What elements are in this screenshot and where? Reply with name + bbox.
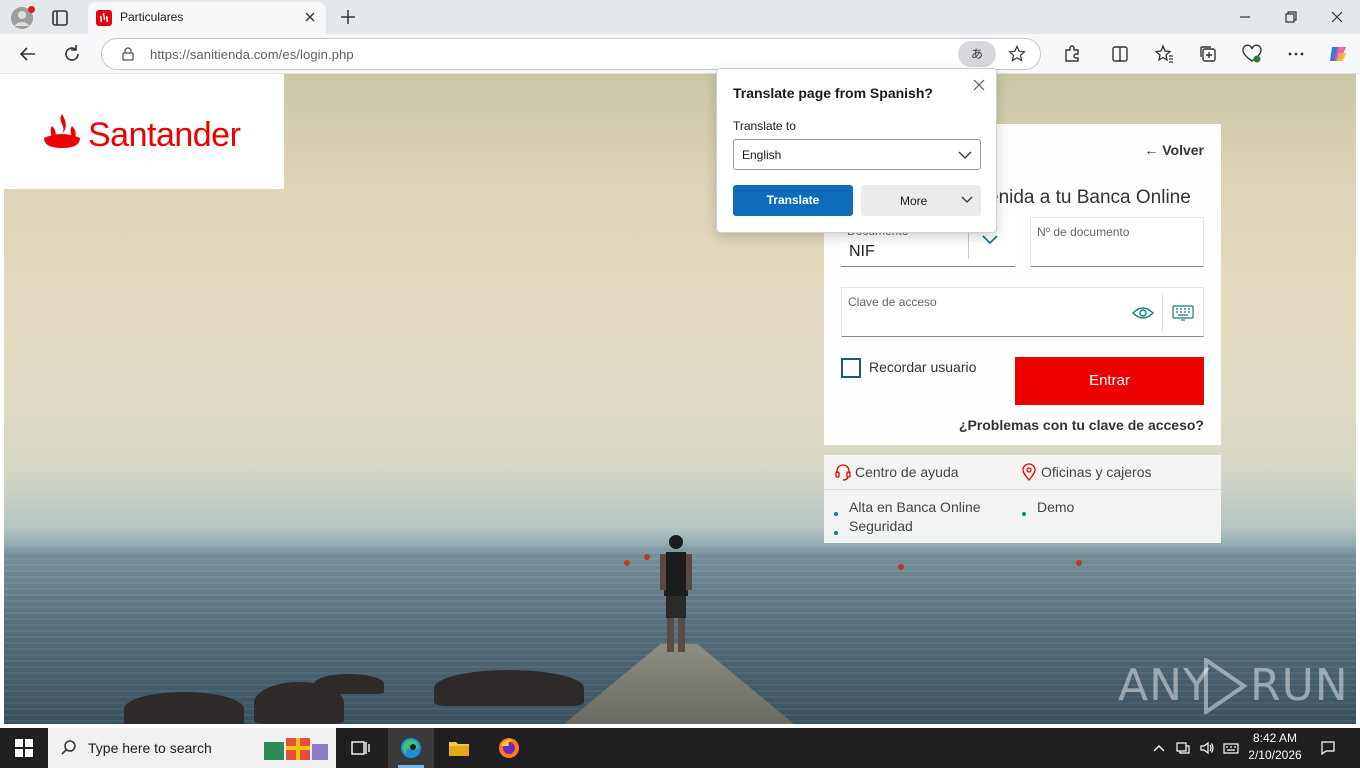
refresh-icon[interactable]	[60, 42, 84, 66]
chevron-down-icon	[961, 195, 973, 205]
buoy	[644, 554, 650, 560]
favorite-star-icon[interactable]	[1008, 45, 1026, 63]
windows-start-icon[interactable]	[15, 739, 33, 757]
translate-button[interactable]: Translate	[733, 185, 853, 216]
brand-name: Santander	[88, 116, 241, 154]
close-window-icon[interactable]	[1325, 6, 1349, 28]
tab-title: Particulares	[120, 10, 184, 24]
close-icon[interactable]	[972, 78, 986, 92]
headset-icon	[834, 463, 852, 481]
anyrun-watermark: ANY RUN	[1118, 656, 1348, 716]
search-icon	[60, 739, 78, 757]
edge-browser-icon[interactable]	[399, 736, 423, 760]
task-view-icon[interactable]	[348, 736, 372, 760]
rock	[314, 674, 384, 694]
extensions-puzzle-icon[interactable]	[1060, 42, 1084, 66]
file-explorer-icon[interactable]	[447, 736, 471, 760]
bullet	[1022, 512, 1026, 516]
firefox-icon[interactable]	[497, 736, 521, 760]
chevron-down-icon[interactable]	[981, 233, 999, 247]
remember-user-label[interactable]: Recordar usuario	[869, 359, 976, 375]
password-placeholder: Clave de acceso	[848, 295, 937, 309]
remember-user-checkbox[interactable]	[841, 358, 861, 378]
rock	[124, 692, 244, 724]
password-help-link[interactable]: ¿Problemas con tu clave de acceso?	[959, 417, 1204, 433]
document-number-field[interactable]: Nº de documento	[1030, 217, 1204, 267]
browser-essentials-heart-icon[interactable]	[1240, 42, 1264, 66]
popup-title: Translate page from Spanish?	[733, 85, 933, 101]
back-arrow-icon[interactable]	[16, 42, 40, 66]
chevron-up-icon[interactable]	[1151, 740, 1167, 756]
watermark-text: ANY	[1118, 660, 1211, 711]
notifications-icon[interactable]	[1320, 740, 1336, 756]
login-button[interactable]: Entrar	[1015, 357, 1204, 405]
divider	[1162, 294, 1163, 332]
minimize-icon[interactable]	[1233, 6, 1257, 28]
buoy	[1076, 560, 1082, 566]
page-viewport: Santander ← Volver enida a tu Banca Onli…	[4, 74, 1356, 724]
site-info-lock-icon[interactable]	[120, 46, 136, 62]
bullet	[834, 531, 838, 535]
language-select-value: English	[742, 148, 782, 162]
buoy	[624, 560, 630, 566]
taskbar: Type here to search 8:42 AM 2/10/2026	[0, 728, 1360, 768]
play-logo-icon	[1202, 658, 1248, 714]
language-select[interactable]: English	[733, 139, 981, 170]
ime-keyboard-icon[interactable]	[1223, 740, 1239, 756]
rock	[434, 670, 584, 706]
list-item[interactable]: Alta en Banca Online	[849, 499, 981, 515]
more-button-label: More	[900, 194, 928, 208]
address-bar[interactable]: https://sanitienda.com/es/login.php あ	[101, 38, 1041, 70]
virtual-keyboard-icon[interactable]	[1172, 305, 1194, 321]
collections-icon[interactable]	[1196, 42, 1220, 66]
url-text[interactable]: https://sanitienda.com/es/login.php	[150, 47, 354, 62]
clock-time[interactable]: 8:42 AM	[1250, 731, 1300, 745]
network-icon[interactable]	[1175, 740, 1191, 756]
new-tab-icon[interactable]	[338, 7, 358, 27]
favorites-icon[interactable]	[1152, 42, 1176, 66]
help-header: Centro de ayuda Oficinas y cajeros	[824, 455, 1221, 490]
search-placeholder: Type here to search	[88, 740, 212, 756]
person-silhouette	[658, 534, 694, 654]
location-pin-icon	[1020, 463, 1038, 481]
document-number-placeholder: Nº de documento	[1037, 225, 1130, 239]
copilot-icon[interactable]	[1326, 42, 1350, 66]
buoy	[898, 564, 904, 570]
more-button[interactable]: More	[861, 185, 981, 216]
active-tab[interactable]: Particulares	[88, 2, 326, 34]
offices-link[interactable]: Oficinas y cajeros	[1041, 464, 1151, 480]
santander-logo[interactable]: Santander	[4, 74, 284, 189]
bullet	[834, 512, 838, 516]
clock-date[interactable]: 2/10/2026	[1246, 748, 1304, 762]
list-item[interactable]: Seguridad	[849, 518, 913, 534]
document-type-value: NIF	[849, 243, 875, 260]
password-field[interactable]: Clave de acceso	[841, 287, 1204, 337]
translate-to-label: Translate to	[733, 119, 796, 133]
translate-popup: Translate page from Spanish? Translate t…	[716, 68, 997, 233]
browser-toolbar: https://sanitienda.com/es/login.php あ	[0, 34, 1360, 74]
split-screen-icon[interactable]	[1108, 42, 1132, 66]
help-card: Centro de ayuda Oficinas y cajeros Alta …	[824, 455, 1221, 543]
search-highlight-gift-icon	[262, 734, 332, 762]
help-center-link[interactable]: Centro de ayuda	[855, 464, 959, 480]
tab-actions-icon[interactable]	[48, 6, 72, 30]
back-link[interactable]: ← Volver	[1144, 142, 1204, 158]
tab-strip: Particulares	[0, 0, 1360, 34]
welcome-heading: enida a tu Banca Online	[988, 187, 1191, 208]
volume-icon[interactable]	[1199, 740, 1215, 756]
santander-flame-icon	[42, 114, 82, 150]
chevron-down-icon	[958, 149, 972, 161]
restore-icon[interactable]	[1279, 6, 1303, 28]
watermark-text: RUN	[1250, 660, 1349, 711]
list-item[interactable]: Demo	[1037, 499, 1074, 515]
taskbar-search-box[interactable]: Type here to search	[48, 728, 336, 768]
profile-notification-dot	[28, 6, 35, 13]
show-password-eye-icon[interactable]	[1132, 306, 1154, 320]
close-tab-icon[interactable]	[302, 9, 318, 25]
translate-page-icon[interactable]: あ	[958, 41, 996, 67]
santander-favicon-icon	[96, 10, 112, 26]
more-options-icon[interactable]	[1284, 42, 1308, 66]
